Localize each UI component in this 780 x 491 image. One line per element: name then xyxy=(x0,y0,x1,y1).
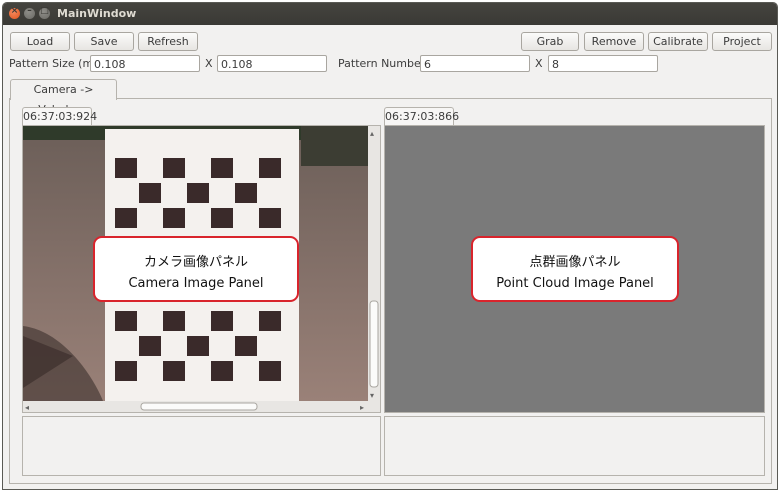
refresh-button[interactable]: Refresh xyxy=(138,32,198,51)
close-icon: × xyxy=(10,6,19,16)
cloud-callout-jp: 点群画像パネル xyxy=(529,255,621,270)
tab-camera-velodyne[interactable]: Camera -> Velodyne xyxy=(10,79,117,116)
pattern-size-y-input[interactable]: 0.108 xyxy=(217,55,327,72)
project-button[interactable]: Project xyxy=(712,32,772,51)
calibrate-button[interactable]: Calibrate xyxy=(648,32,708,51)
svg-text:▸: ▸ xyxy=(360,403,364,412)
close-window-button[interactable]: × xyxy=(9,6,20,19)
pattern-size-x-input[interactable]: 0.108 xyxy=(90,55,200,72)
main-window: × – □ MainWindow Load Save Refresh Grab … xyxy=(2,2,778,490)
pattern-number-label: Pattern Number xyxy=(338,57,426,70)
pattern-number-y-input[interactable]: 8 xyxy=(548,55,658,72)
pattern-number-x-input[interactable]: 6 xyxy=(420,55,530,72)
svg-text:◂: ◂ xyxy=(25,403,29,412)
camera-callout-en: Camera Image Panel xyxy=(128,276,264,291)
pattern-size-label: Pattern Size (m) xyxy=(9,57,98,70)
minimize-window-button[interactable]: – xyxy=(24,6,35,19)
camera-panel-callout: カメラ画像パネル Camera Image Panel xyxy=(93,236,299,302)
pattern-number-separator: X xyxy=(535,57,543,70)
camera-timestamp-tab: 06:37:03:924 xyxy=(22,107,97,126)
minimize-icon: – xyxy=(27,6,32,16)
window-title: MainWindow xyxy=(57,7,137,20)
svg-text:▴: ▴ xyxy=(370,129,374,138)
svg-text:▾: ▾ xyxy=(370,391,374,400)
load-button[interactable]: Load xyxy=(10,32,70,51)
title-bar: × – □ MainWindow xyxy=(3,3,777,25)
camera-image-panel[interactable]: ▴ ▾ ◂ ▸ カメラ画像パネル Camera Image Panel xyxy=(22,125,381,413)
maximize-window-button[interactable]: □ xyxy=(39,6,50,19)
pattern-size-separator: X xyxy=(205,57,213,70)
camera-info-box xyxy=(22,416,381,476)
cloud-info-box xyxy=(384,416,765,476)
grab-button[interactable]: Grab xyxy=(521,32,579,51)
point-cloud-image-panel[interactable]: 点群画像パネル Point Cloud Image Panel xyxy=(384,125,765,413)
cloud-timestamp-tab: 06:37:03:866 xyxy=(384,107,459,126)
cloud-callout-en: Point Cloud Image Panel xyxy=(496,276,654,291)
maximize-icon: □ xyxy=(40,6,49,16)
cloud-panel-callout: 点群画像パネル Point Cloud Image Panel xyxy=(471,236,679,302)
save-button[interactable]: Save xyxy=(74,32,134,51)
remove-button[interactable]: Remove xyxy=(584,32,644,51)
camera-callout-jp: カメラ画像パネル xyxy=(143,255,248,270)
